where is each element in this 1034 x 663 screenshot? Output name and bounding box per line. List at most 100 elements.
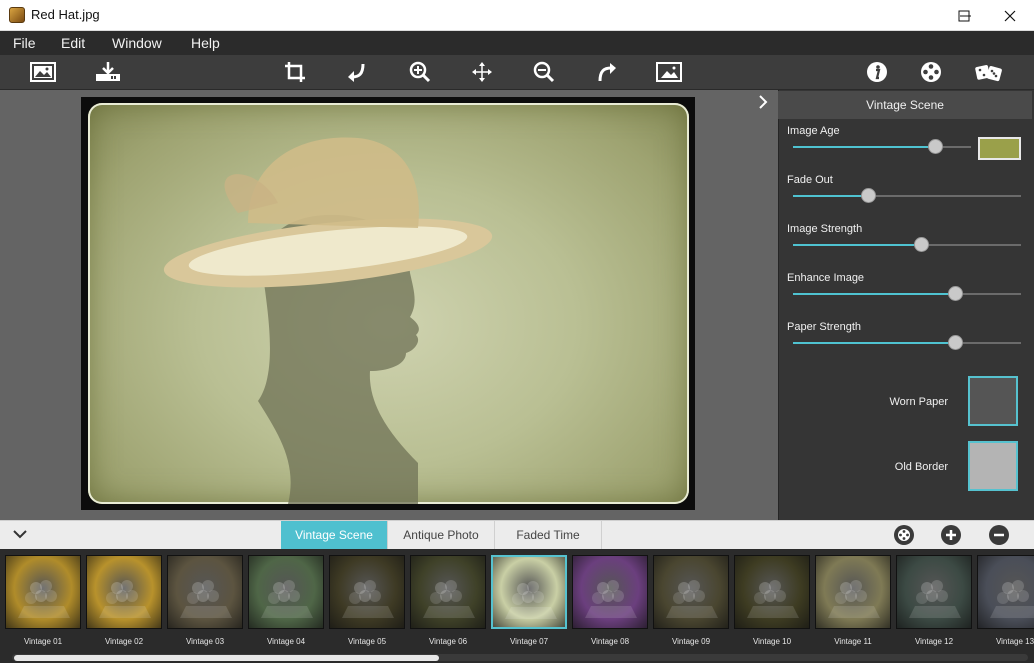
worn-paper-swatch[interactable] — [968, 376, 1018, 426]
fit-image-button[interactable] — [654, 58, 684, 86]
preset-thumbnail-label: Vintage 06 — [428, 637, 468, 646]
app-icon — [9, 7, 25, 23]
slider-label-fade-out: Fade Out — [787, 174, 833, 186]
grapes-thumbnail-image — [585, 580, 637, 618]
grapes-thumbnail-image — [180, 580, 232, 618]
preset-thumbnail[interactable] — [410, 555, 486, 629]
preset-thumbnail[interactable] — [653, 555, 729, 629]
grapes-thumbnail-image — [747, 580, 799, 618]
old-border-swatch[interactable] — [968, 441, 1018, 491]
preset-thumbnail-label: Vintage 11 — [834, 637, 872, 646]
slider-paper-strength[interactable] — [793, 342, 1021, 344]
dice-icon — [975, 65, 1002, 82]
grapes-thumbnail-image — [18, 580, 70, 618]
film-reel-small-icon — [898, 529, 910, 541]
rotate-left-button[interactable] — [342, 58, 372, 86]
slider-fill — [793, 146, 936, 148]
slider-fill — [793, 293, 955, 295]
preset-thumbnail[interactable] — [734, 555, 810, 629]
move-icon — [472, 62, 492, 82]
title-bar — [0, 0, 1034, 31]
plus-icon — [946, 530, 956, 540]
slider-fill — [793, 195, 869, 197]
slider-label-image-strength: Image Strength — [787, 223, 863, 235]
preset-thumbnail[interactable] — [815, 555, 891, 629]
slider-knob-enhance-image[interactable] — [947, 286, 963, 301]
save-button[interactable] — [93, 58, 123, 86]
old-border-label: Old Border — [894, 461, 948, 473]
grapes-thumbnail-image — [666, 580, 718, 618]
collapse-panel-button[interactable] — [756, 94, 772, 112]
slider-enhance-image[interactable] — [793, 293, 1021, 295]
preset-thumbnail-label: Vintage 08 — [590, 637, 630, 646]
grapes-thumbnail-image — [99, 580, 151, 618]
tab-vintage-scene[interactable]: Vintage Scene — [281, 521, 388, 549]
image-icon — [30, 62, 56, 82]
save-tray-icon — [96, 62, 120, 81]
zoom-out-button[interactable] — [529, 58, 559, 86]
preset-thumbnail[interactable] — [977, 555, 1034, 629]
preset-thumbnail-label: Vintage 05 — [347, 637, 387, 646]
menu-file[interactable]: File — [13, 35, 36, 51]
preset-thumbnail[interactable] — [86, 555, 162, 629]
collapse-strip-button[interactable] — [12, 526, 32, 544]
tab-antique-photo[interactable]: Antique Photo — [388, 521, 495, 549]
grapes-thumbnail-image — [909, 580, 961, 618]
slider-image-strength[interactable] — [793, 244, 1021, 246]
random-effect-button[interactable] — [974, 58, 1004, 86]
zoom-in-button[interactable] — [405, 58, 435, 86]
slider-knob-paper-strength[interactable] — [947, 335, 963, 350]
preset-options-button[interactable] — [894, 525, 914, 545]
preset-thumbnail-label: Vintage 03 — [185, 637, 225, 646]
preset-thumbnail[interactable] — [248, 555, 324, 629]
info-button[interactable] — [862, 58, 892, 86]
grapes-thumbnail-image — [423, 580, 475, 618]
preset-thumbnail-label: Vintage 04 — [266, 637, 306, 646]
preset-thumbnail-label: Vintage 12 — [914, 637, 954, 646]
film-reel-icon — [921, 62, 941, 82]
close-button[interactable] — [987, 0, 1033, 31]
preset-thumbnail[interactable] — [572, 555, 648, 629]
window-title: Red Hat.jpg — [31, 7, 100, 22]
preset-thumbnail[interactable] — [329, 555, 405, 629]
slider-image-age[interactable] — [793, 146, 971, 148]
menu-edit[interactable]: Edit — [61, 35, 85, 51]
minus-icon — [994, 533, 1004, 537]
grapes-thumbnail-image — [261, 580, 313, 618]
preset-thumbnail-label: Vintage 09 — [671, 637, 711, 646]
slider-knob-image-strength[interactable] — [913, 237, 929, 252]
maximize-button[interactable] — [941, 0, 987, 31]
picture-frame-icon — [656, 62, 682, 82]
slider-fade-out[interactable] — [793, 195, 1021, 197]
crop-icon — [285, 62, 305, 82]
menu-window[interactable]: Window — [112, 35, 162, 51]
rotate-right-button[interactable] — [592, 58, 622, 86]
tab-faded-time[interactable]: Faded Time — [495, 521, 602, 549]
slider-fill — [793, 244, 921, 246]
close-icon — [1004, 10, 1016, 21]
zoom-in-icon — [409, 61, 431, 83]
settings-button[interactable] — [916, 58, 946, 86]
horizontal-scrollbar-thumb[interactable] — [14, 655, 439, 661]
chevron-right-icon — [759, 95, 768, 109]
add-preset-button[interactable] — [941, 525, 961, 545]
crop-button[interactable] — [280, 58, 310, 86]
preset-thumbnail[interactable] — [896, 555, 972, 629]
preset-thumbnail-label: Vintage 02 — [104, 637, 144, 646]
grapes-thumbnail-image — [505, 581, 557, 619]
grapes-thumbnail-image — [342, 580, 394, 618]
pan-button[interactable] — [467, 58, 497, 86]
slider-label-enhance-image: Enhance Image — [787, 272, 865, 284]
maximize-icon — [958, 10, 970, 21]
worn-paper-label: Worn Paper — [889, 396, 949, 408]
info-icon — [867, 62, 887, 82]
open-image-button[interactable] — [28, 58, 58, 86]
preset-thumbnail[interactable] — [491, 555, 567, 629]
menu-help[interactable]: Help — [191, 35, 220, 51]
image-age-color-swatch[interactable] — [978, 137, 1021, 160]
chevron-down-icon — [13, 530, 27, 539]
remove-preset-button[interactable] — [989, 525, 1009, 545]
panel-title: Vintage Scene — [778, 91, 1032, 119]
preset-thumbnail[interactable] — [5, 555, 81, 629]
preset-thumbnail[interactable] — [167, 555, 243, 629]
